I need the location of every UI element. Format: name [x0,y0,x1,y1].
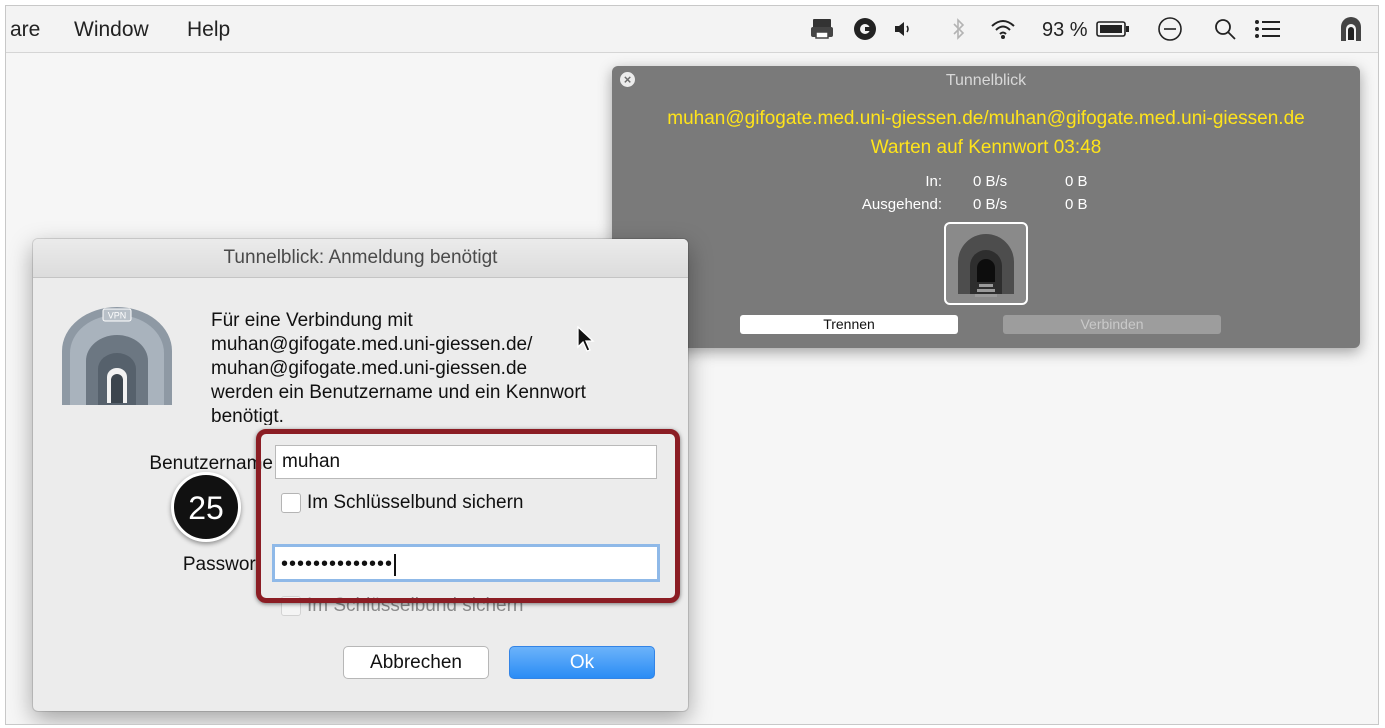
dialog-titlebar[interactable]: Tunnelblick: Anmeldung benötigt [33,239,688,278]
in-total: 0 B [1065,173,1088,190]
cancel-button[interactable]: Abbrechen [343,646,489,679]
status-window-title: Tunnelblick [945,72,1027,89]
vpn-tunnel-icon: VPN [60,303,174,407]
disconnect-button[interactable]: Trennen [740,315,958,334]
out-total: 0 B [1065,196,1088,213]
menu-item-help[interactable]: Help [187,18,230,42]
tunnel-icon [944,222,1028,305]
password-label: Passwort [182,554,261,575]
printer-icon[interactable] [809,16,835,42]
status-window: × Tunnelblick muhan@gifogate.med.uni-gie… [612,66,1360,348]
tunnelblick-icon[interactable] [1339,16,1363,42]
message-line: muhan@gifogate.med.uni-giessen.de [211,358,528,379]
vpn-badge-label: VPN [108,311,127,321]
list-icon[interactable] [1253,16,1283,42]
battery-icon[interactable] [1096,16,1130,42]
out-label: Ausgehend: [861,196,942,213]
ok-button[interactable]: Ok [509,646,655,679]
bluetooth-icon[interactable] [949,16,969,42]
connect-button[interactable]: Verbinden [1003,315,1221,334]
dialog-title: Tunnelblick: Anmeldung benötigt [223,247,498,268]
do-not-disturb-icon[interactable] [1156,16,1184,42]
in-label: In: [925,173,942,190]
username-label: Benutzername [149,453,273,474]
menu-item-window[interactable]: Window [74,18,149,42]
connection-name: muhan@gifogate.med.uni-giessen.de/muhan@… [667,108,1305,129]
out-rate: 0 B/s [973,196,1008,213]
menu-bar: are Window Help 93 % [6,6,1378,53]
mouse-cursor-icon [577,325,595,357]
battery-percent: 93 % [1042,19,1088,41]
menu-item-app[interactable]: are [10,18,40,42]
message-line: benötigt. [211,406,284,425]
screenshot-frame: are Window Help 93 % × Tunnelblick muhan… [5,5,1379,725]
step-number-badge: 25 [171,472,241,542]
message-line: werden ein Benutzername und ein Kennwort [211,382,586,403]
login-dialog: Tunnelblick: Anmeldung benötigt VPN Für … [33,239,688,711]
in-rate: 0 B/s [973,173,1008,190]
ring-icon[interactable] [852,16,878,42]
annotation-highlight-box [256,429,680,603]
connection-state: Warten auf Kennwort 03:48 [870,137,1102,158]
search-icon[interactable] [1212,16,1238,42]
wifi-icon[interactable] [989,16,1017,42]
volume-icon[interactable] [892,16,916,42]
